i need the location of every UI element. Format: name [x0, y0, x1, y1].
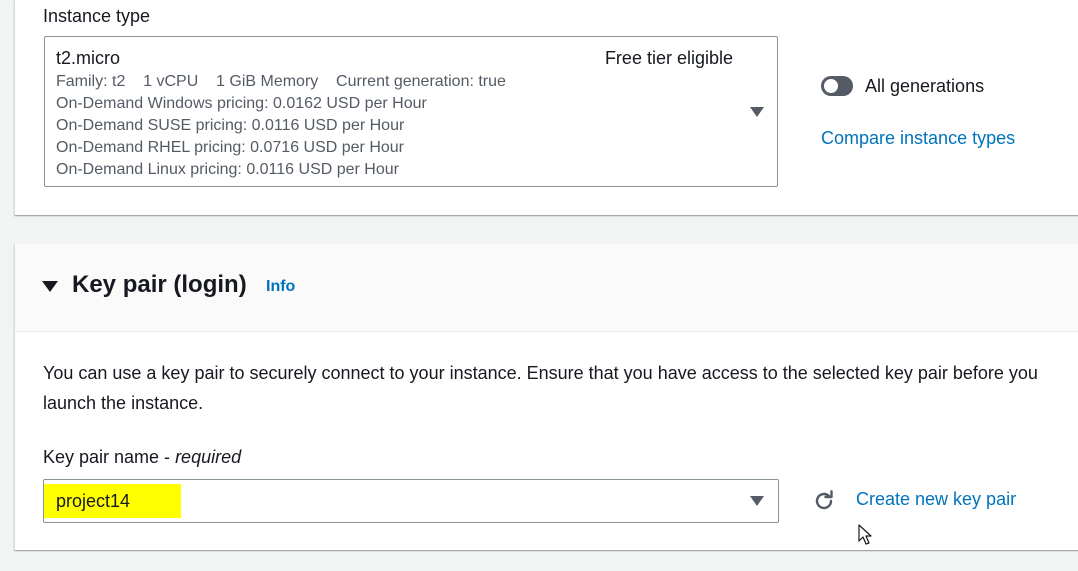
free-tier-badge: Free tier eligible — [604, 48, 733, 68]
instance-details-line: On-Demand RHEL pricing: 0.0716 USD per H… — [56, 139, 405, 156]
instance-details-line: On-Demand SUSE pricing: 0.0116 USD per H… — [56, 117, 405, 134]
instance-type-panel: Instance type t2.micro Free tier eligibl… — [14, 0, 1078, 215]
cursor-icon — [858, 524, 872, 545]
instance-details-line: On-Demand Linux pricing: 0.0116 USD per … — [56, 161, 399, 178]
refresh-icon[interactable] — [812, 489, 836, 513]
caret-down-icon[interactable] — [750, 496, 764, 506]
key-pair-name-label: Key pair name - required — [43, 447, 241, 468]
instance-details-line: Family: t2 1 vCPU 1 GiB Memory Current g… — [56, 73, 506, 90]
key-pair-name-label-text: Key pair name - — [43, 447, 176, 467]
all-generations-toggle[interactable] — [821, 76, 853, 96]
instance-type-name: t2.micro — [56, 48, 121, 68]
key-pair-description: You can use a key pair to securely conne… — [43, 363, 1038, 413]
info-link[interactable]: Info — [266, 278, 295, 296]
required-label: required — [175, 447, 242, 467]
key-pair-header[interactable]: Key pair (login) Info — [15, 244, 1078, 332]
key-pair-panel: Key pair (login) Info You can use a key … — [14, 244, 1078, 550]
instance-type-label: Instance type — [43, 6, 151, 26]
key-pair-selected-value: project14 — [44, 484, 181, 518]
instance-type-select[interactable]: t2.micro Free tier eligible Family: t2 1… — [44, 36, 778, 187]
caret-down-icon[interactable] — [750, 107, 764, 117]
key-pair-title: Key pair (login) — [72, 271, 247, 298]
create-new-key-pair-link[interactable]: Create new key pair — [856, 489, 1016, 510]
compare-instance-types-link[interactable]: Compare instance types — [821, 128, 1015, 149]
caret-down-icon[interactable] — [42, 281, 58, 292]
instance-details-line: On-Demand Windows pricing: 0.0162 USD pe… — [56, 95, 427, 112]
all-generations-label: All generations — [865, 76, 985, 96]
key-pair-select[interactable]: project14 — [43, 479, 779, 523]
